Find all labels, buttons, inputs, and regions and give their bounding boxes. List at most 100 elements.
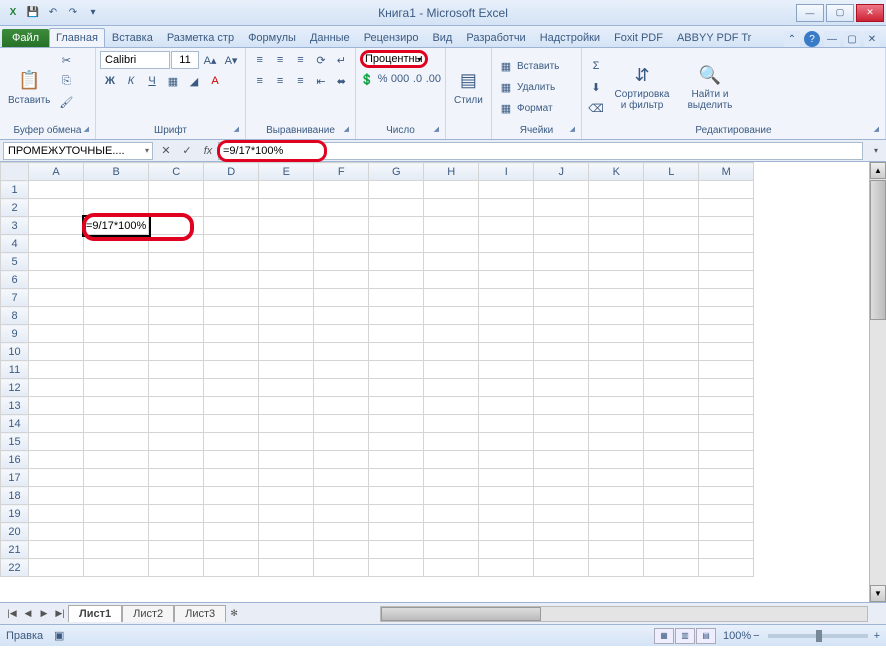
cell-F6[interactable] [314,271,369,289]
cell-E20[interactable] [259,523,314,541]
cell-C12[interactable] [149,379,204,397]
cell-J1[interactable] [534,181,589,199]
cell-A20[interactable] [29,523,84,541]
cell-K19[interactable] [589,505,644,523]
cell-B1[interactable] [84,181,149,199]
cell-F15[interactable] [314,433,369,451]
cell-H8[interactable] [424,307,479,325]
cell-H13[interactable] [424,397,479,415]
cell-L18[interactable] [644,487,699,505]
cell-H16[interactable] [424,451,479,469]
cell-A19[interactable] [29,505,84,523]
cell-F9[interactable] [314,325,369,343]
cell-A9[interactable] [29,325,84,343]
row-header-18[interactable]: 18 [1,487,29,505]
cell-G10[interactable] [369,343,424,361]
cell-K20[interactable] [589,523,644,541]
workbook-close-icon[interactable]: ✕ [864,31,880,47]
cell-L4[interactable] [644,235,699,253]
cell-A3[interactable] [29,217,84,235]
cell-K22[interactable] [589,559,644,577]
cell-C22[interactable] [149,559,204,577]
bold-icon[interactable]: Ж [100,71,120,91]
cell-H14[interactable] [424,415,479,433]
cell-B5[interactable] [84,253,149,271]
cell-H12[interactable] [424,379,479,397]
cell-K15[interactable] [589,433,644,451]
underline-icon[interactable]: Ч [142,71,162,91]
cell-H11[interactable] [424,361,479,379]
cell-M10[interactable] [699,343,754,361]
wrap-icon[interactable]: ↵ [332,50,351,70]
align-left-icon[interactable]: ≡ [250,71,269,91]
cell-D12[interactable] [204,379,259,397]
row-header-15[interactable]: 15 [1,433,29,451]
cell-C18[interactable] [149,487,204,505]
cell-M7[interactable] [699,289,754,307]
col-header-F[interactable]: F [314,163,369,181]
cell-C8[interactable] [149,307,204,325]
delete-cells-label[interactable]: Удалить [517,82,555,93]
cell-G7[interactable] [369,289,424,307]
cell-E6[interactable] [259,271,314,289]
row-header-9[interactable]: 9 [1,325,29,343]
cell-B20[interactable] [84,523,149,541]
cell-H4[interactable] [424,235,479,253]
format-cells-label[interactable]: Формат [517,103,553,114]
horizontal-scrollbar[interactable] [380,606,868,622]
cell-G14[interactable] [369,415,424,433]
cell-D5[interactable] [204,253,259,271]
cell-H7[interactable] [424,289,479,307]
cell-L22[interactable] [644,559,699,577]
autosum-icon[interactable]: Σ [586,56,606,76]
cell-B17[interactable] [84,469,149,487]
fill-icon[interactable]: ⬇ [586,77,606,97]
italic-icon[interactable]: К [121,71,141,91]
cell-D7[interactable] [204,289,259,307]
cell-C9[interactable] [149,325,204,343]
cell-F17[interactable] [314,469,369,487]
cell-J18[interactable] [534,487,589,505]
sheet-tab-1[interactable]: Лист1 [68,605,122,622]
row-header-12[interactable]: 12 [1,379,29,397]
cell-F11[interactable] [314,361,369,379]
row-header-2[interactable]: 2 [1,199,29,217]
cell-B10[interactable] [84,343,149,361]
cell-G16[interactable] [369,451,424,469]
cell-M6[interactable] [699,271,754,289]
cell-H3[interactable] [424,217,479,235]
cell-G20[interactable] [369,523,424,541]
percent-icon[interactable]: % [375,69,389,89]
cell-B22[interactable] [84,559,149,577]
cell-J6[interactable] [534,271,589,289]
cell-H19[interactable] [424,505,479,523]
cell-F1[interactable] [314,181,369,199]
cell-B3[interactable]: =9/17*100% [84,217,149,235]
cell-J11[interactable] [534,361,589,379]
cell-E12[interactable] [259,379,314,397]
cell-C2[interactable] [149,199,204,217]
cell-L21[interactable] [644,541,699,559]
cell-D18[interactable] [204,487,259,505]
cell-C13[interactable] [149,397,204,415]
cell-H15[interactable] [424,433,479,451]
cell-L9[interactable] [644,325,699,343]
cell-F20[interactable] [314,523,369,541]
cell-E14[interactable] [259,415,314,433]
cell-J13[interactable] [534,397,589,415]
cell-G15[interactable] [369,433,424,451]
format-painter-icon[interactable]: 🖌 [56,92,76,112]
cell-K7[interactable] [589,289,644,307]
cell-K9[interactable] [589,325,644,343]
cell-K21[interactable] [589,541,644,559]
cell-G18[interactable] [369,487,424,505]
cell-K1[interactable] [589,181,644,199]
cell-F5[interactable] [314,253,369,271]
cell-E19[interactable] [259,505,314,523]
cell-E15[interactable] [259,433,314,451]
sheet-nav-next-icon[interactable]: ▶ [36,606,52,622]
cell-I4[interactable] [479,235,534,253]
pagebreak-view-icon[interactable]: ▤ [696,628,716,644]
row-header-17[interactable]: 17 [1,469,29,487]
vscroll-thumb[interactable] [870,180,886,320]
